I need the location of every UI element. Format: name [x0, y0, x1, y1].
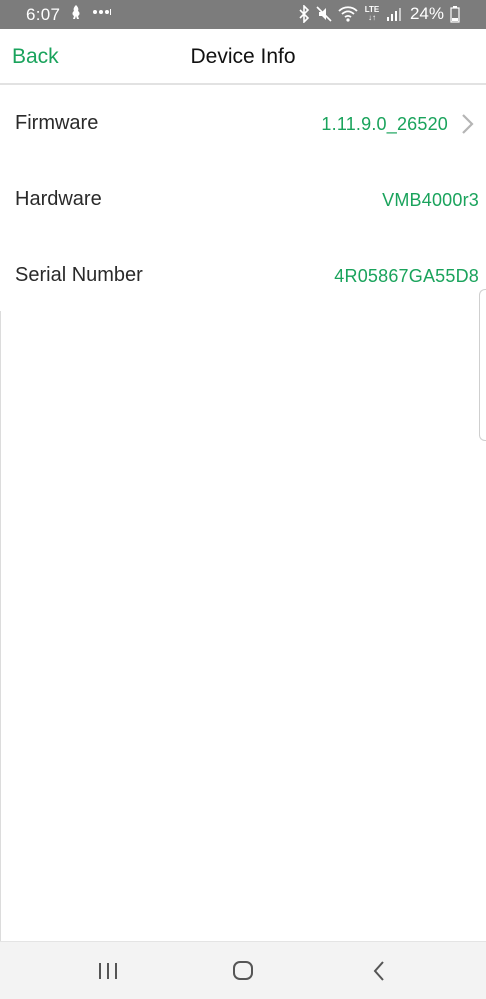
- firmware-row[interactable]: Firmware 1.11.9.0_26520: [0, 85, 486, 161]
- system-navigation-bar: [0, 941, 486, 999]
- lte-indicator: LTE ↓↑: [364, 6, 380, 22]
- notification-icons: [70, 4, 112, 20]
- system-icons: LTE ↓↑ 24%: [298, 4, 460, 24]
- serial-number-value: 4R05867GA55D8: [334, 266, 479, 286]
- serial-number-row: Serial Number 4R05867GA55D8: [0, 237, 486, 313]
- back-icon[interactable]: [365, 956, 395, 986]
- battery-icon: [450, 6, 460, 23]
- mute-icon: [316, 6, 332, 22]
- signal-icon: [386, 8, 401, 21]
- home-icon[interactable]: [228, 956, 258, 986]
- battery-percent: 24%: [409, 4, 444, 23]
- hardware-value: VMB4000r3: [382, 190, 479, 210]
- device-info-list: Firmware 1.11.9.0_26520 Hardware VMB4000…: [0, 85, 486, 313]
- chevron-right-icon: [462, 114, 474, 134]
- status-bar: 6:07 LTE ↓↑ 24%: [0, 0, 486, 29]
- serial-number-label: Serial Number: [15, 264, 143, 286]
- hardware-label: Hardware: [15, 188, 102, 210]
- data-arrows-icon: ↓↑: [367, 13, 376, 22]
- edge-panel-handle[interactable]: [479, 289, 486, 441]
- firmware-label: Firmware: [15, 112, 99, 134]
- more-notifications-icon: [93, 9, 111, 15]
- notification-app-icon: [72, 5, 80, 19]
- firmware-value: 1.11.9.0_26520: [321, 114, 448, 134]
- device-info-screen: 6:07 LTE ↓↑ 24% Back Device Info Firmwar…: [0, 0, 486, 999]
- recent-apps-icon[interactable]: [93, 956, 123, 986]
- header-bar: Back Device Info: [0, 29, 486, 85]
- hardware-row: Hardware VMB4000r3: [0, 161, 486, 237]
- status-time: 6:07: [26, 5, 61, 24]
- bluetooth-icon: [299, 5, 310, 23]
- wifi-icon: [338, 6, 358, 22]
- empty-content-area: [0, 311, 486, 941]
- page-title: Device Info: [190, 45, 296, 68]
